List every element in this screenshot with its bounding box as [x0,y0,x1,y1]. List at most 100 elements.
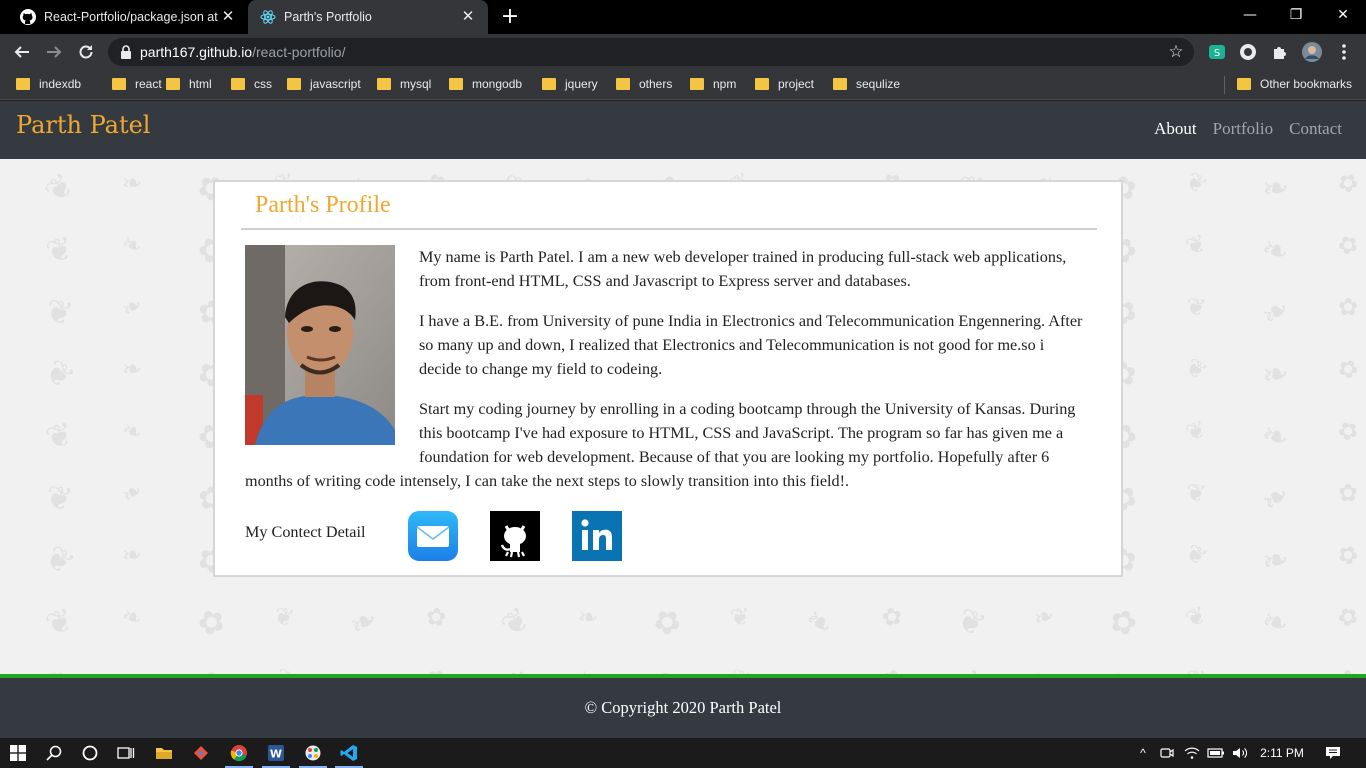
clock[interactable]: 2:11 PM [1256,738,1308,768]
bookmark-npm[interactable]: npm [690,70,736,98]
bookmark-others[interactable]: others [616,70,672,98]
search-icon[interactable] [36,738,72,768]
tab-title: Parth's Portfolio [284,10,372,24]
leaf-pattern-icon: ❧ [115,475,149,511]
bookmark-html[interactable]: html [166,70,212,98]
bookmark-mongodb[interactable]: mongodb [449,70,522,98]
browser-tab-github[interactable]: React-Portfolio/package.json at m ✕ [8,0,248,34]
folder-icon [690,78,704,90]
menu-kebab-icon[interactable] [1334,42,1354,62]
chevron-up-icon[interactable]: ^ [1134,738,1152,768]
leaf-pattern-icon: ✿ [191,599,232,645]
leaf-pattern-icon: ✿ [197,665,225,674]
leaf-pattern-icon: ❦ [43,663,75,674]
vscode-icon[interactable] [331,738,367,768]
bookmark-mysql[interactable]: mysql [377,70,431,98]
git-app-icon[interactable] [183,738,219,768]
bookmark-indexdb[interactable]: indexdb [16,70,81,98]
profile-photo [245,245,395,445]
svg-text:W: W [270,748,282,761]
bookmark-project[interactable]: project [755,70,814,98]
leaf-pattern-icon: ❧ [1259,167,1292,209]
forward-icon[interactable] [41,39,67,65]
leaf-pattern-icon: ❦ [951,599,992,645]
profile-avatar-icon[interactable] [1302,42,1322,62]
browser-toolbar: parth167.github.io/react-portfolio/ ☆ S [0,34,1366,70]
leaf-pattern-icon: ❧ [1253,288,1298,336]
leaf-pattern-icon: ❦ [1179,165,1213,201]
bookmark-star-icon[interactable]: ☆ [1166,42,1186,62]
volume-icon[interactable] [1230,738,1250,768]
leaf-pattern-icon: ❦ [1185,664,1207,674]
leaf-pattern-icon: ❦ [493,598,538,646]
page-background: ❦ ❧ ✿ ❦ ❧ ✿ ❦ ❧ ✿ ❦ ❧ ✿ ❦ ❧ ✿ ❦ ❧ ✿ ❦ ❧ ✿ ❦ ❧ ✿ ❦ ❧ ✿ ❦ ❧ ✿ ❦ ❧ ✿ ❦ ❧ ✿ ❦ ❧ ✿ ❦… [0,159,1366,674]
restore-icon[interactable]: ❐ [1273,0,1319,32]
browser-tab-strip: React-Portfolio/package.json at m ✕ Part… [0,0,1366,34]
windows-start-icon[interactable] [0,738,36,768]
cortana-icon[interactable] [72,738,108,768]
bookmark-react[interactable]: react [112,70,162,98]
nav-about[interactable]: About [1154,119,1197,139]
leaf-pattern-icon: ✿ [879,663,906,674]
leaf-pattern-icon: ✿ [1332,599,1364,635]
extension-circle-icon[interactable] [1238,42,1258,62]
site-brand[interactable]: Parth Patel [16,111,150,139]
leaf-pattern-icon: ❧ [1253,474,1298,522]
mail-icon[interactable] [408,511,458,561]
linkedin-icon[interactable] [572,511,622,561]
leaf-pattern-icon: ❦ [36,164,82,212]
bookmark-jquery[interactable]: jquery [542,70,598,98]
folder-icon [287,78,301,90]
window-close-icon[interactable]: ✕ [1320,0,1366,32]
address-bar[interactable]: parth167.github.io/react-portfolio/ ☆ [108,38,1194,66]
close-tab-icon[interactable]: ✕ [220,9,236,25]
title-divider [241,228,1097,230]
leaf-pattern-icon: ❧ [577,602,599,632]
leaf-pattern-icon: ❦ [40,599,79,645]
reload-icon[interactable] [73,39,99,65]
bookmark-javascript[interactable]: javascript [287,70,361,98]
notifications-icon[interactable] [1320,738,1346,768]
leaf-pattern-icon: ❦ [499,663,532,674]
puzzle-extensions-icon[interactable] [1270,42,1290,62]
bookmark-other-bookmarks[interactable]: Other bookmarks [1237,70,1352,98]
new-tab-button[interactable]: + [497,4,523,30]
leaf-pattern-icon: ✿ [420,662,452,674]
leaf-pattern-icon: ✿ [1332,165,1364,201]
bookmark-css[interactable]: css [231,70,272,98]
battery-icon[interactable] [1206,738,1226,768]
back-icon[interactable] [9,39,35,65]
chrome-taskbar-icon[interactable] [221,738,257,768]
task-view-icon[interactable] [108,738,144,768]
leaf-pattern-icon: ❦ [1184,291,1208,323]
browser-tab-portfolio[interactable]: Parth's Portfolio ✕ [248,0,488,34]
word-icon[interactable]: W [258,738,294,768]
close-tab-icon[interactable]: ✕ [460,9,476,25]
leaf-pattern-icon: ❧ [1257,414,1294,458]
leaf-pattern-icon: ✿ [1102,661,1145,674]
leaf-pattern-icon: ❧ [342,598,385,646]
contact-label: My Contect Detail [245,523,366,541]
site-nav: About Portfolio Contact [1154,119,1342,139]
nav-portfolio[interactable]: Portfolio [1213,119,1273,139]
leaf-pattern-icon: ✿ [879,601,905,633]
leaf-pattern-icon: ❦ [37,536,82,584]
nav-contact[interactable]: Contact [1289,119,1342,139]
minimize-icon[interactable]: — [1227,0,1273,32]
leaf-pattern-icon: ✿ [649,662,685,674]
leaf-pattern-icon: ❧ [120,354,144,384]
translate-extension-icon[interactable]: S [1207,42,1227,62]
paint-app-icon[interactable] [295,738,331,768]
leaf-pattern-icon: ❧ [1257,600,1294,644]
folder-icon [231,78,245,90]
bookmark-sequlize[interactable]: sequlize [833,70,900,98]
leaf-pattern-icon: ❦ [1181,600,1211,634]
github-icon[interactable] [490,511,540,561]
leaf-pattern-icon: ❦ [42,290,77,334]
profile-card: Parth's Profile My name is Parth Patel. … [213,180,1123,577]
leaf-pattern-icon: ❦ [267,662,300,674]
profile-body: My name is Parth Patel. I am a new web d… [245,245,1090,509]
meet-now-icon[interactable] [1158,738,1176,768]
file-explorer-icon[interactable] [146,738,182,768]
wifi-icon[interactable] [1182,738,1202,768]
